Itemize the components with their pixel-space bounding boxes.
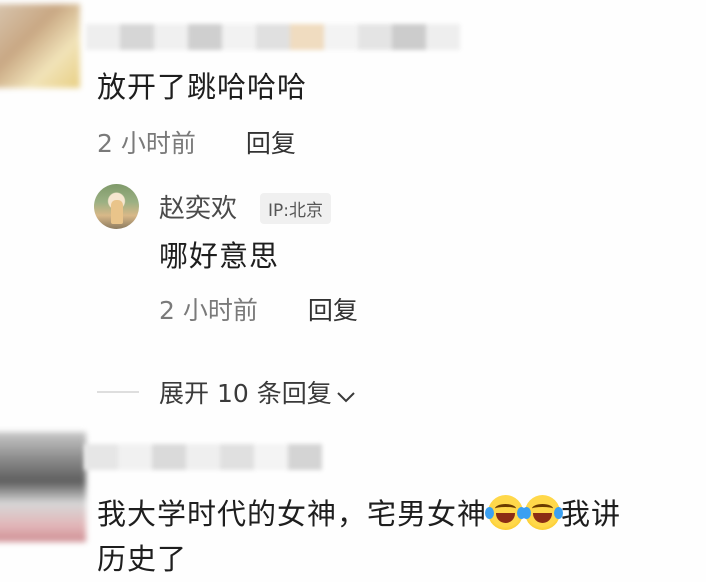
avatar[interactable] bbox=[94, 184, 139, 229]
reply-button[interactable]: 回复 bbox=[246, 129, 296, 158]
comment-time: 2 小时前 bbox=[97, 129, 196, 158]
comment-text-part: 历史了 bbox=[97, 542, 188, 576]
laughing-crying-emoji-icon bbox=[522, 495, 564, 530]
expand-divider bbox=[97, 391, 139, 393]
username-blurred[interactable] bbox=[86, 24, 460, 50]
comment-meta: 2 小时前 回复 bbox=[97, 124, 296, 160]
reply-time: 2 小时前 bbox=[159, 296, 258, 325]
avatar-blurred[interactable] bbox=[0, 4, 80, 88]
comment-text: 放开了跳哈哈哈 bbox=[97, 70, 308, 104]
expand-replies-button[interactable]: 展开 10 条回复 bbox=[159, 374, 356, 410]
avatar-blurred[interactable] bbox=[0, 432, 86, 542]
laughing-crying-emoji-icon bbox=[485, 495, 527, 530]
chevron-down-icon bbox=[336, 381, 356, 410]
expand-replies-label: 展开 10 条回复 bbox=[159, 379, 332, 408]
reply-text: 哪好意思 bbox=[159, 239, 280, 273]
comment-text-part: 我讲 bbox=[561, 497, 622, 531]
reply-button[interactable]: 回复 bbox=[308, 296, 358, 325]
comment-text: 我大学时代的女神，宅男女神 我讲 历史了 bbox=[97, 492, 697, 582]
reply-meta: 2 小时前 回复 bbox=[159, 291, 358, 327]
reply-author-name[interactable]: 赵奕欢 bbox=[159, 188, 237, 225]
ip-location-badge: IP:北京 bbox=[260, 193, 331, 224]
comment-text-part: 我大学时代的女神，宅男女神 bbox=[97, 497, 488, 531]
username-blurred[interactable] bbox=[84, 444, 322, 470]
